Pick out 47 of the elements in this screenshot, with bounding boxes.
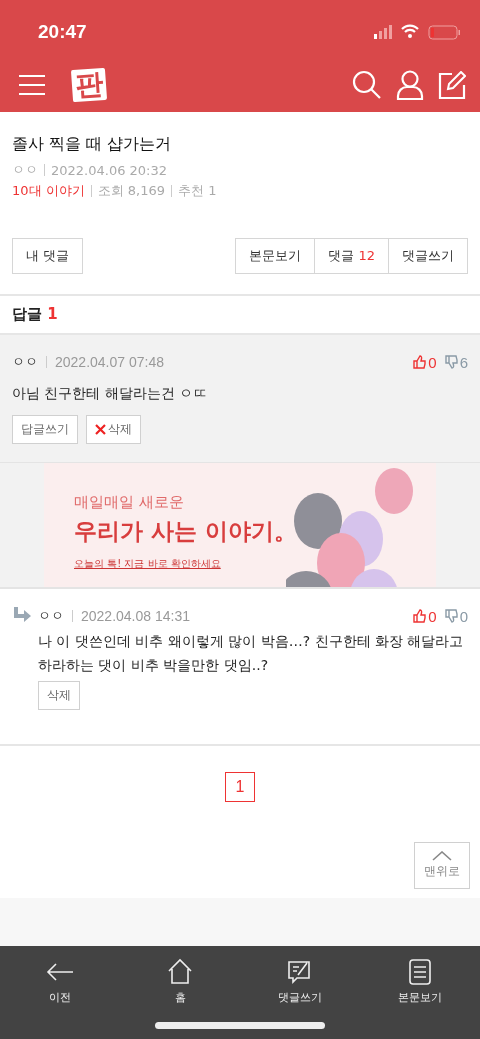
- reply-arrow-icon: [12, 607, 32, 624]
- menu-icon[interactable]: [18, 73, 46, 96]
- post-date: 2022.04.06 20:32: [51, 162, 168, 178]
- recommend-count: 추천 1: [178, 182, 217, 200]
- post-action-button[interactable]: 댓글쓰기: [388, 238, 468, 274]
- close-icon: [95, 424, 106, 436]
- replies-heading: 답글 1: [12, 305, 58, 325]
- comment-author: ㅇㅇ: [38, 607, 64, 626]
- search-icon[interactable]: [352, 69, 382, 100]
- chevron-up-icon: [432, 851, 452, 862]
- my-comments-button[interactable]: 내 댓글: [12, 238, 84, 274]
- document-icon: [406, 958, 434, 987]
- edit-icon[interactable]: [438, 70, 466, 99]
- delete-button[interactable]: 삭제: [86, 415, 141, 445]
- ad-link[interactable]: 오늘의 톡! 지금 바로 확인하세요: [74, 557, 221, 572]
- like-count[interactable]: 0: [413, 607, 437, 625]
- nav-button[interactable]: 이전: [0, 952, 120, 1012]
- comment-button[interactable]: 답글쓰기: [12, 415, 78, 445]
- status-time: 20:47: [38, 20, 87, 43]
- comment-text: 나 이 댓쓴인데 비추 왜이렇게 많이 박음…? 친구한테 화장 해달라고 하라하는 댓이 비추 박을만한 댓임..?: [38, 632, 465, 676]
- app-logo[interactable]: 판: [70, 67, 108, 102]
- nav-button[interactable]: 본문보기: [360, 952, 480, 1012]
- ad-headline: 우리가 사는 이야기。: [74, 517, 298, 547]
- post-action-button[interactable]: 본문보기: [235, 238, 316, 274]
- comment-date: 2022.04.08 14:31: [81, 608, 190, 625]
- post-title: 졸사 찍을 때 샵가는거: [12, 134, 173, 155]
- user-icon[interactable]: [396, 69, 424, 100]
- like-count[interactable]: 0: [413, 353, 437, 371]
- comment-author: ㅇㅇ: [12, 353, 38, 372]
- thumbs-up-icon: [413, 609, 427, 624]
- ad-subtitle: 매일매일 새로운: [74, 493, 185, 513]
- nav-button[interactable]: 홈: [120, 952, 240, 1012]
- page-button[interactable]: 1: [225, 772, 255, 803]
- ad-banner[interactable]: 매일매일 새로운 우리가 사는 이야기。 오늘의 톡! 지금 바로 확인하세요: [44, 463, 436, 588]
- post-author: ㅇㅇ: [12, 161, 38, 179]
- thumbs-down-icon: [444, 609, 458, 624]
- thumbs-down-icon: [444, 355, 458, 370]
- post-action-button[interactable]: 댓글 12: [314, 238, 389, 274]
- post-category[interactable]: 10대 이야기: [12, 182, 85, 200]
- thumbs-up-icon: [413, 355, 427, 370]
- comment-button[interactable]: 삭제: [38, 681, 80, 711]
- home-icon: [166, 958, 194, 987]
- comment-date: 2022.04.07 07:48: [55, 354, 164, 371]
- view-count: 조회 8,169: [97, 182, 166, 200]
- to-top-button[interactable]: 맨위로: [414, 842, 470, 890]
- nav-button[interactable]: 댓글쓰기: [240, 952, 360, 1012]
- comment-text: 아님 친구한테 해달라는건 ㅇㄸ: [12, 384, 209, 404]
